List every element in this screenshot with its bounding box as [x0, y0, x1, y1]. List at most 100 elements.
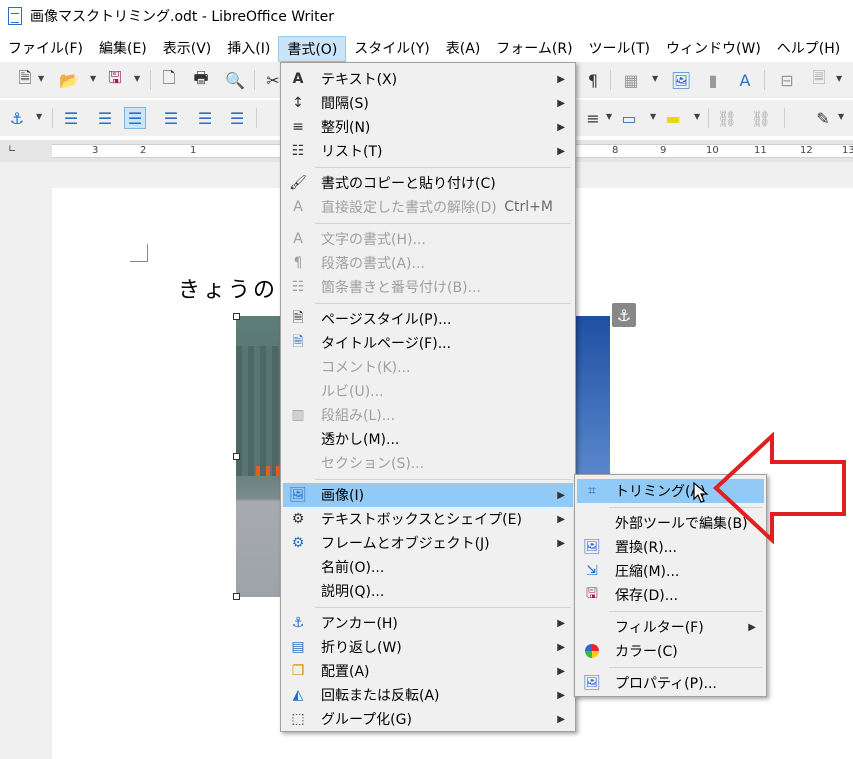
open-folder-icon[interactable]: 📂 — [58, 69, 80, 91]
menu-item-frame-object[interactable]: ⚙ フレームとオブジェクト(J) ▶ — [283, 531, 573, 555]
menu-tools[interactable]: ツール(T) — [581, 36, 658, 62]
formatting-marks-icon[interactable]: ¶ — [582, 69, 604, 91]
background-dropdown-icon[interactable]: ▼ — [694, 112, 700, 121]
menu-item-list[interactable]: ☷ リスト(T) ▶ — [283, 139, 573, 163]
table-dropdown-icon[interactable]: ▼ — [652, 74, 658, 83]
menu-item-arrange[interactable]: ❐ 配置(A) ▶ — [283, 659, 573, 683]
menu-item-rotate-flip[interactable]: ◭ 回転または反転(A) ▶ — [283, 683, 573, 707]
document-text[interactable]: きょうの — [178, 272, 278, 304]
insert-textbox-icon[interactable]: A — [734, 69, 756, 91]
menu-item-sections[interactable]: セクション(S)... — [283, 451, 573, 475]
align-left-icon[interactable]: ☰ — [160, 107, 182, 129]
menu-item-filter[interactable]: フィルター(F) ▶ — [577, 615, 764, 639]
magic-wand-icon[interactable]: ✎ — [812, 107, 834, 129]
menu-item-label: アンカー(H) — [321, 616, 398, 632]
menu-item-clear-formatting[interactable]: A 直接設定した書式の解除(D) Ctrl+M — [283, 195, 573, 219]
menu-item-title-page[interactable]: 🗎 タイトルページ(F)... — [283, 331, 573, 355]
menu-item-ruby[interactable]: ルビ(U)... — [283, 379, 573, 403]
new-document-icon[interactable]: 🗎 — [14, 68, 36, 91]
paragraph-icon: ¶ — [293, 255, 303, 271]
menu-edit[interactable]: 編集(E) — [91, 36, 155, 62]
anchor-dropdown-icon[interactable]: ▼ — [36, 112, 42, 121]
wand-dropdown-icon[interactable]: ▼ — [838, 112, 844, 121]
menu-separator — [315, 303, 571, 304]
menu-styles[interactable]: スタイル(Y) — [346, 36, 437, 62]
border-style-icon[interactable]: ≡ — [582, 107, 604, 129]
export-pdf-icon[interactable]: 🗋 — [158, 68, 180, 91]
field-dropdown-icon[interactable]: ▼ — [836, 74, 842, 83]
align-middle-icon[interactable]: ☰ — [124, 107, 146, 129]
new-dropdown-icon[interactable]: ▼ — [38, 74, 44, 83]
border-style-dropdown-icon[interactable]: ▼ — [606, 112, 612, 121]
menu-item-clone-formatting[interactable]: 🖌 書式のコピーと貼り付け(C) — [283, 171, 573, 195]
menu-item-label: 間隔(S) — [321, 96, 369, 112]
menu-file[interactable]: ファイル(F) — [0, 36, 91, 62]
annotation-arrow-icon — [713, 432, 846, 544]
menu-item-compress[interactable]: ⇲ 圧縮(M)... — [577, 559, 764, 583]
menu-item-comment[interactable]: コメント(K)... — [283, 355, 573, 379]
align-bottom-icon[interactable]: ☰ — [226, 107, 248, 129]
menu-view[interactable]: 表示(V) — [155, 36, 220, 62]
menu-item-group[interactable]: ⬚ グループ化(G) ▶ — [283, 707, 573, 731]
menu-item-image[interactable]: 🖼 画像(I) ▶ — [283, 483, 573, 507]
anchor-icon[interactable]: ⚓ — [6, 107, 28, 129]
color-wheel-icon — [583, 642, 601, 660]
print-preview-icon[interactable]: 🔍 — [224, 69, 246, 91]
insert-image-icon[interactable]: 🖼 — [670, 69, 692, 91]
resize-handle[interactable] — [233, 313, 240, 320]
menu-item-bullets[interactable]: ☷ 箇条書きと番号付け(B)... — [283, 275, 573, 299]
link-frames-icon[interactable]: ⛓ — [716, 107, 738, 129]
background-color-icon[interactable]: ▬ — [662, 107, 684, 129]
menu-insert[interactable]: 挿入(I) — [219, 36, 278, 62]
menu-item-name[interactable]: 名前(O)... — [283, 555, 573, 579]
menu-item-character[interactable]: A 文字の書式(H)... — [283, 227, 573, 251]
menu-table[interactable]: 表(A) — [438, 36, 489, 62]
insert-chart-icon[interactable]: ▮ — [702, 69, 724, 91]
page-break-icon[interactable]: ⊟ — [776, 69, 798, 91]
ruler-number: 10 — [706, 145, 719, 156]
border-color-dropdown-icon[interactable]: ▼ — [650, 112, 656, 121]
resize-handle[interactable] — [233, 593, 240, 600]
image-anchor-icon[interactable]: ⚓ — [612, 303, 636, 327]
frame-icon: ⚙ — [291, 535, 305, 551]
menu-help[interactable]: ヘルプ(H) — [769, 36, 848, 62]
align-top-icon[interactable]: ☰ — [60, 107, 82, 129]
border-color-icon[interactable]: ▭ — [618, 107, 640, 129]
menu-item-save[interactable]: 🖫 保存(D)... — [577, 583, 764, 607]
menu-item-page-style[interactable]: 🗎 ページスタイル(P)... — [283, 307, 573, 331]
submenu-arrow-icon: ▶ — [557, 489, 565, 501]
menu-item-textbox-shape[interactable]: ⚙ テキストボックスとシェイプ(E) ▶ — [283, 507, 573, 531]
menu-item-paragraph[interactable]: ¶ 段落の書式(A)... — [283, 251, 573, 275]
open-dropdown-icon[interactable]: ▼ — [90, 74, 96, 83]
submenu-arrow-icon: ▶ — [557, 713, 565, 725]
title-bar: 画像マスクトリミング.odt - LibreOffice Writer — [0, 0, 853, 32]
menu-item-label: リスト(T) — [321, 144, 383, 160]
menu-item-anchor[interactable]: ⚓ アンカー(H) ▶ — [283, 611, 573, 635]
save-icon[interactable]: 🖫 — [104, 68, 126, 91]
resize-handle[interactable] — [233, 453, 240, 460]
align-right-icon[interactable]: ☰ — [194, 107, 216, 129]
menu-item-watermark[interactable]: 透かし(M)... — [283, 427, 573, 451]
menu-item-columns[interactable]: ▥ 段組み(L)... — [283, 403, 573, 427]
menu-item-spacing[interactable]: ↕ 間隔(S) ▶ — [283, 91, 573, 115]
menu-item-wrap[interactable]: ▤ 折り返し(W) ▶ — [283, 635, 573, 659]
ruler-number: 9 — [660, 145, 667, 156]
menu-item-text[interactable]: A テキスト(X) ▶ — [283, 67, 573, 91]
menu-item-align[interactable]: ≡ 整列(N) ▶ — [283, 115, 573, 139]
insert-field-icon[interactable]: 🗏 — [808, 68, 830, 91]
print-icon[interactable]: 🖶 — [190, 68, 212, 91]
menu-item-label: ルビ(U)... — [321, 384, 384, 400]
menu-item-label: トリミング(A) — [615, 484, 706, 500]
menu-format[interactable]: 書式(O) — [278, 36, 347, 62]
tab-stop-icon[interactable]: ∟ — [8, 144, 16, 155]
save-dropdown-icon[interactable]: ▼ — [134, 74, 140, 83]
menu-window[interactable]: ウィンドウ(W) — [658, 36, 769, 62]
menu-item-color[interactable]: カラー(C) — [577, 639, 764, 663]
menu-form[interactable]: フォーム(R) — [488, 36, 580, 62]
insert-table-icon[interactable]: ▦ — [620, 69, 642, 91]
menu-item-label: グループ化(G) — [321, 712, 412, 728]
unlink-frames-icon[interactable]: ⛓ — [750, 107, 772, 129]
menu-item-description[interactable]: 説明(Q)... — [283, 579, 573, 603]
align-center-icon[interactable]: ☰ — [94, 107, 116, 129]
menu-item-properties[interactable]: 🖼 プロパティ(P)... — [577, 671, 764, 695]
